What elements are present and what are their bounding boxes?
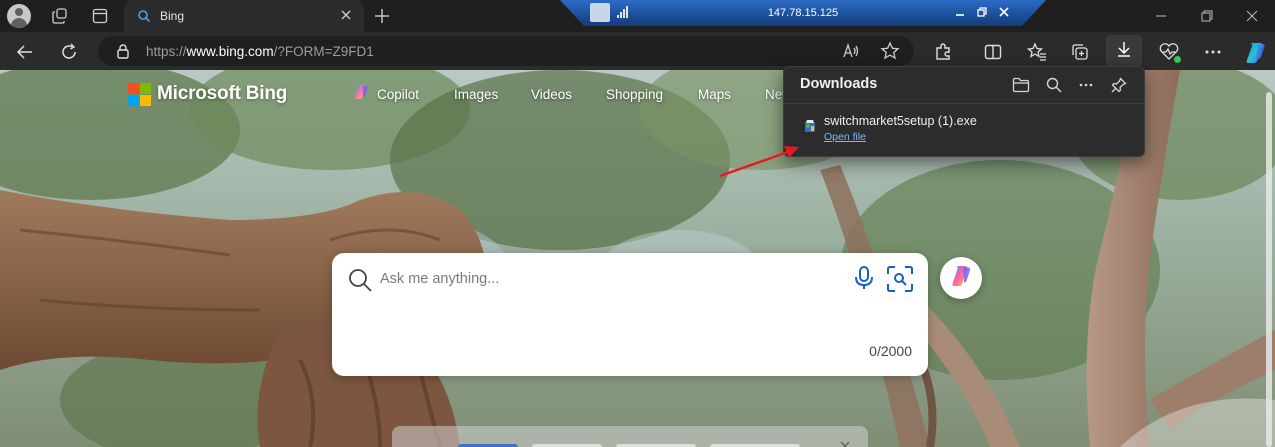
workspaces-icon[interactable] bbox=[48, 4, 72, 28]
favorite-star-icon[interactable] bbox=[880, 41, 900, 66]
collections-icon[interactable] bbox=[1067, 39, 1093, 65]
microsoft-logo-icon bbox=[128, 82, 151, 106]
search-box[interactable]: 0/2000 bbox=[332, 253, 928, 376]
nav-shopping[interactable]: Shopping bbox=[606, 87, 663, 102]
scrollbar[interactable] bbox=[1266, 92, 1272, 447]
download-icon bbox=[1114, 39, 1134, 64]
close-icon[interactable] bbox=[840, 438, 850, 447]
copilot-button[interactable] bbox=[940, 257, 982, 299]
minimize-button[interactable] bbox=[1138, 0, 1184, 32]
tab-actions-icon[interactable] bbox=[88, 4, 112, 28]
open-folder-icon[interactable] bbox=[1010, 74, 1032, 96]
read-aloud-icon[interactable] bbox=[842, 42, 860, 65]
close-icon[interactable] bbox=[338, 7, 354, 23]
new-tab-button[interactable] bbox=[371, 5, 393, 27]
nav-images[interactable]: Images bbox=[454, 87, 498, 102]
extensions-icon[interactable] bbox=[930, 39, 956, 65]
copilot-icon[interactable] bbox=[1242, 39, 1268, 65]
url-text[interactable]: https://www.bing.com/?FORM=Z9FD1 bbox=[146, 44, 374, 59]
close-remote-icon[interactable] bbox=[998, 5, 1010, 23]
restore-remote-icon[interactable] bbox=[976, 5, 988, 23]
refresh-button[interactable] bbox=[56, 39, 82, 65]
search-icon[interactable] bbox=[347, 267, 373, 293]
visual-search-icon[interactable] bbox=[886, 265, 914, 293]
brand-name: Microsoft Bing bbox=[157, 83, 288, 104]
annotation-arrow bbox=[719, 146, 799, 178]
nav-videos[interactable]: Videos bbox=[531, 87, 572, 102]
back-button[interactable] bbox=[12, 39, 38, 65]
feed-card bbox=[392, 426, 868, 447]
character-count: 0/2000 bbox=[869, 343, 912, 359]
nav-copilot[interactable]: Copilot bbox=[352, 83, 419, 106]
copilot-icon bbox=[352, 83, 370, 106]
search-input[interactable] bbox=[380, 269, 820, 289]
tab-title: Bing bbox=[160, 9, 185, 23]
close-window-button[interactable] bbox=[1229, 0, 1275, 32]
search-icon[interactable] bbox=[1043, 74, 1065, 96]
nav-maps[interactable]: Maps bbox=[698, 87, 731, 102]
search-favicon bbox=[137, 9, 151, 23]
restore-button[interactable] bbox=[1184, 0, 1230, 32]
title-bar: Bing 147.78.15.125 bbox=[0, 0, 1275, 32]
copilot-icon bbox=[949, 264, 973, 293]
downloads-panel: Downloads switchmarket5setup (1).exe Ope… bbox=[783, 66, 1145, 157]
downloads-button[interactable] bbox=[1106, 35, 1142, 67]
lock-icon[interactable] bbox=[116, 43, 130, 64]
more-icon[interactable] bbox=[1200, 39, 1226, 65]
tab-bing[interactable]: Bing bbox=[124, 0, 364, 32]
remote-connection-bar: 147.78.15.125 bbox=[560, 0, 1046, 26]
open-file-link[interactable]: Open file bbox=[824, 131, 866, 143]
download-file-name: switchmarket5setup (1).exe bbox=[824, 114, 977, 128]
remote-host-address: 147.78.15.125 bbox=[767, 7, 839, 19]
microsoft-bing-logo[interactable]: Microsoft Bing bbox=[128, 82, 287, 106]
more-icon[interactable] bbox=[1075, 74, 1097, 96]
pin-icon[interactable] bbox=[1108, 74, 1130, 96]
favorites-icon[interactable] bbox=[1024, 39, 1050, 65]
profile-avatar[interactable] bbox=[7, 4, 31, 28]
performance-icon[interactable] bbox=[1156, 39, 1182, 65]
downloads-title: Downloads bbox=[800, 76, 878, 92]
divider bbox=[784, 103, 1144, 104]
minimize-remote-icon[interactable] bbox=[954, 5, 966, 23]
address-bar[interactable]: https://www.bing.com/?FORM=Z9FD1 bbox=[98, 36, 914, 66]
navigation-bar: https://www.bing.com/?FORM=Z9FD1 bbox=[0, 32, 1275, 70]
microphone-icon[interactable] bbox=[852, 265, 876, 291]
split-screen-icon[interactable] bbox=[980, 39, 1006, 65]
